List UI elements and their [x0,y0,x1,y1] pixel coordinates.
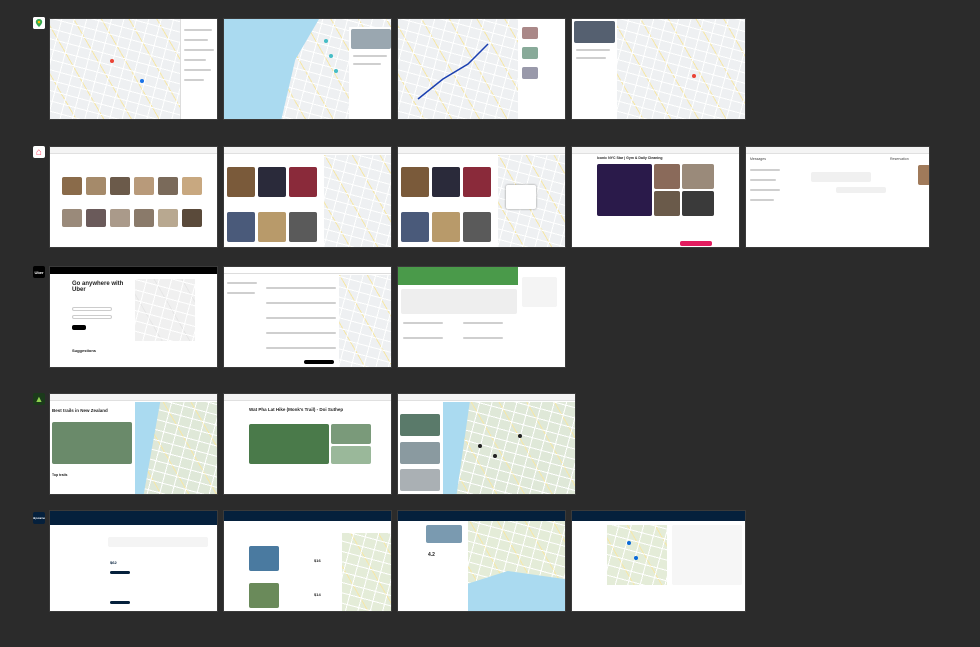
thumbnail-alltrails-doi[interactable]: Wat Pha Lat Hike (Monk's Trail) - Doi Su… [223,393,392,495]
listing-title: Iconic NYC Star | Gym & Daily Cleaning [597,156,663,160]
thumbnail-skyscanner-4[interactable] [571,510,746,612]
thumbnail-skyscanner-1[interactable]: $62 [49,510,218,612]
thumbnail-airbnb-messages[interactable]: Messages Reservation [745,146,930,248]
thumbnail-skyscanner-3[interactable]: 4.2 [397,510,566,612]
car-price-1: $62 [110,560,117,565]
google-maps-app-icon [33,17,45,29]
uber-app-icon: Uber [33,266,45,278]
alltrails-app-icon: ▲ [33,393,45,405]
hotel-price-2: $14 [314,592,321,597]
reservation-label: Reservation [890,157,909,161]
thumbnail-uber-2[interactable] [223,266,392,368]
hotel-price-1: $16 [314,558,321,563]
thumbnail-airbnb-2[interactable] [223,146,392,248]
skyscanner-app-icon: Skyscanner [33,512,45,524]
thumbnail-uber-3[interactable] [397,266,566,368]
suggestions-label: Suggestions [72,348,97,353]
thumbnail-maps-1[interactable] [49,18,218,120]
thumbnail-airbnb-3[interactable] [397,146,566,248]
nz-trails-title: Best trails in New Zealand [52,408,108,413]
thumbnail-uber-1[interactable]: Go anywhere with Uber Suggestions [49,266,218,368]
thumbnail-maps-4[interactable] [571,18,746,120]
thumbnail-maps-3[interactable] [397,18,566,120]
thumbnail-maps-2[interactable] [223,18,392,120]
uber-hero-title: Go anywhere with Uber [72,281,124,294]
thumbnail-alltrails-map[interactable] [397,393,576,495]
thumbnail-airbnb-1[interactable] [49,146,218,248]
thumbnail-skyscanner-2[interactable]: $16 $14 [223,510,392,612]
thumbnail-alltrails-nz[interactable]: Best trails in New Zealand Top trails [49,393,218,495]
thumbnail-airbnb-listing[interactable]: Iconic NYC Star | Gym & Daily Cleaning [571,146,740,248]
messages-label: Messages [750,157,766,161]
hotel-rating: 4.2 [428,552,435,558]
top-trails-label: Top trails [52,473,68,477]
doi-trail-title: Wat Pha Lat Hike (Monk's Trail) - Doi Su… [249,407,344,412]
airbnb-app-icon: ⌂ [33,146,45,158]
